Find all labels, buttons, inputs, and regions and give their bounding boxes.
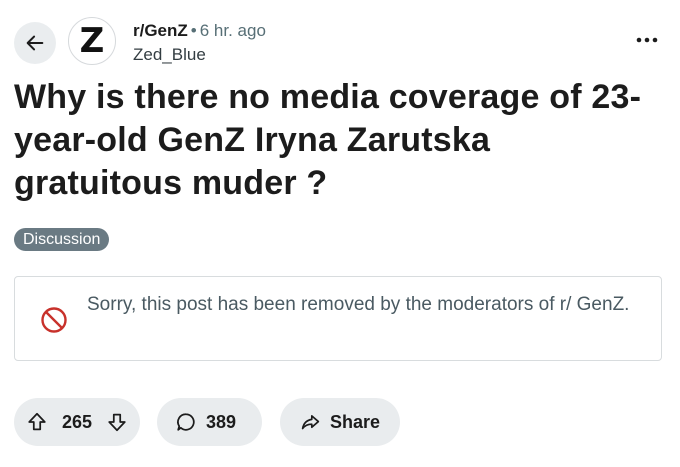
more-options-button[interactable]	[634, 30, 660, 50]
upvote-button[interactable]	[26, 411, 48, 433]
subreddit-avatar[interactable]: Z	[68, 17, 116, 65]
meta-separator: •	[190, 21, 197, 40]
share-label: Share	[329, 411, 380, 432]
downvote-arrow-icon	[108, 413, 126, 432]
back-button[interactable]	[14, 22, 56, 64]
comments-button[interactable]: 389	[157, 398, 262, 446]
post-title: Why is there no media coverage of 23-yea…	[14, 78, 642, 202]
share-button[interactable]: Share	[280, 398, 400, 446]
comment-count: 389	[206, 411, 237, 432]
post-flair[interactable]: Discussion	[14, 228, 110, 251]
post-header: Z r/GenZ • 6 hr. ago Zed_Blue	[0, 0, 680, 80]
author-link[interactable]: Zed_Blue	[133, 44, 206, 66]
prohibited-icon	[41, 307, 67, 333]
removed-notice: Sorry, this post has been removed by the…	[14, 276, 662, 361]
share-arrow-icon	[301, 415, 320, 430]
upvote-arrow-icon	[28, 412, 46, 431]
arrow-left-icon	[26, 35, 44, 51]
avatar-letter: Z	[79, 21, 105, 61]
removed-notice-text: Sorry, this post has been removed by the…	[87, 294, 630, 315]
more-horizontal-icon	[636, 37, 658, 43]
post-meta: r/GenZ • 6 hr. ago	[133, 20, 266, 42]
post-time: 6 hr. ago	[199, 21, 266, 40]
comment-bubble-icon	[177, 413, 195, 431]
downvote-button[interactable]	[106, 411, 128, 433]
upvote-count: 265	[61, 411, 93, 432]
subreddit-link[interactable]: r/GenZ	[133, 21, 188, 40]
vote-bar: 265	[14, 398, 140, 446]
